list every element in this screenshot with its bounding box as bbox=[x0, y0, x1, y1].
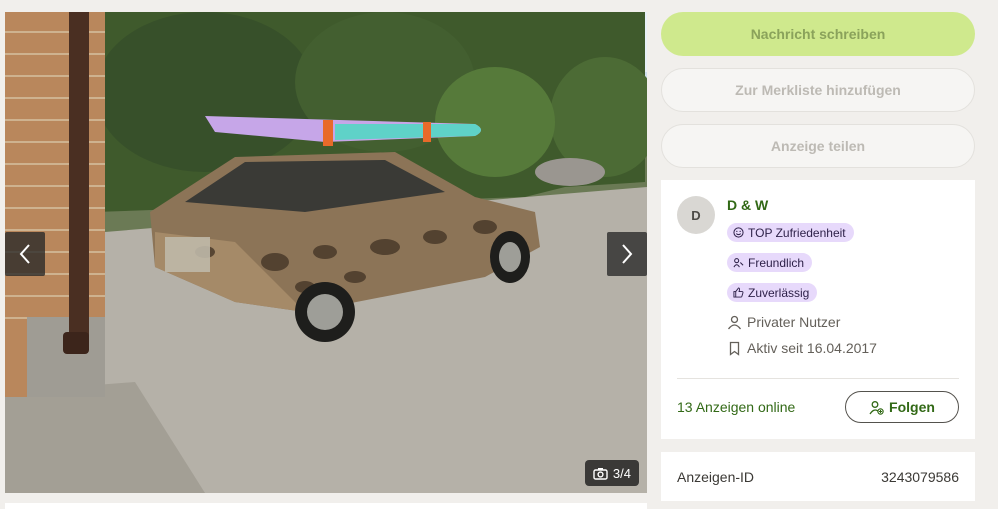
handshake-icon bbox=[733, 258, 744, 268]
follow-user-icon bbox=[869, 400, 884, 415]
camera-icon bbox=[593, 467, 608, 480]
previous-image-button[interactable] bbox=[5, 232, 45, 276]
active-since: Aktiv seit 16.04.2017 bbox=[727, 340, 877, 356]
active-since-text: Aktiv seit 16.04.2017 bbox=[747, 340, 877, 356]
user-icon bbox=[727, 315, 742, 329]
seller-card: D D & W TOP Zufriedenheit Freundlich Zuv… bbox=[661, 180, 975, 439]
add-to-watchlist-button[interactable]: Zur Merkliste hinzufügen bbox=[661, 68, 975, 112]
next-image-button[interactable] bbox=[607, 232, 647, 276]
send-message-button[interactable]: Nachricht schreiben bbox=[661, 12, 975, 56]
ad-id-value: 3243079586 bbox=[881, 469, 959, 485]
avatar[interactable]: D bbox=[677, 196, 715, 234]
listing-photo bbox=[5, 12, 647, 493]
seller-name[interactable]: D & W bbox=[727, 197, 768, 213]
badge-friendly: Freundlich bbox=[727, 253, 813, 272]
ad-id-card: Anzeigen-ID 3243079586 bbox=[661, 452, 975, 501]
ads-online-link[interactable]: 13 Anzeigen online bbox=[677, 399, 795, 415]
badge-label: TOP Zufriedenheit bbox=[748, 225, 846, 240]
badge-label: Zuverlässig bbox=[748, 285, 810, 300]
bookmark-icon bbox=[729, 341, 740, 356]
image-gallery[interactable]: 3/4 bbox=[5, 12, 647, 493]
badge-top-satisfaction: TOP Zufriedenheit bbox=[727, 223, 854, 242]
image-counter: 3/4 bbox=[584, 460, 639, 486]
ad-id-label: Anzeigen-ID bbox=[677, 469, 755, 485]
chevron-left-icon bbox=[19, 244, 30, 264]
share-ad-button[interactable]: Anzeige teilen bbox=[661, 124, 975, 168]
follow-button[interactable]: Folgen bbox=[845, 391, 959, 423]
badge-reliable: Zuverlässig bbox=[727, 283, 818, 302]
chevron-right-icon bbox=[622, 244, 633, 264]
seller-type-text: Privater Nutzer bbox=[747, 314, 841, 330]
badge-label: Freundlich bbox=[748, 255, 805, 270]
image-counter-text: 3/4 bbox=[612, 465, 631, 481]
thumbs-up-icon bbox=[733, 287, 744, 298]
smile-icon bbox=[733, 227, 744, 238]
description-panel-edge bbox=[5, 503, 647, 509]
follow-label: Folgen bbox=[889, 399, 935, 415]
divider bbox=[677, 378, 959, 379]
seller-type: Privater Nutzer bbox=[727, 314, 840, 330]
